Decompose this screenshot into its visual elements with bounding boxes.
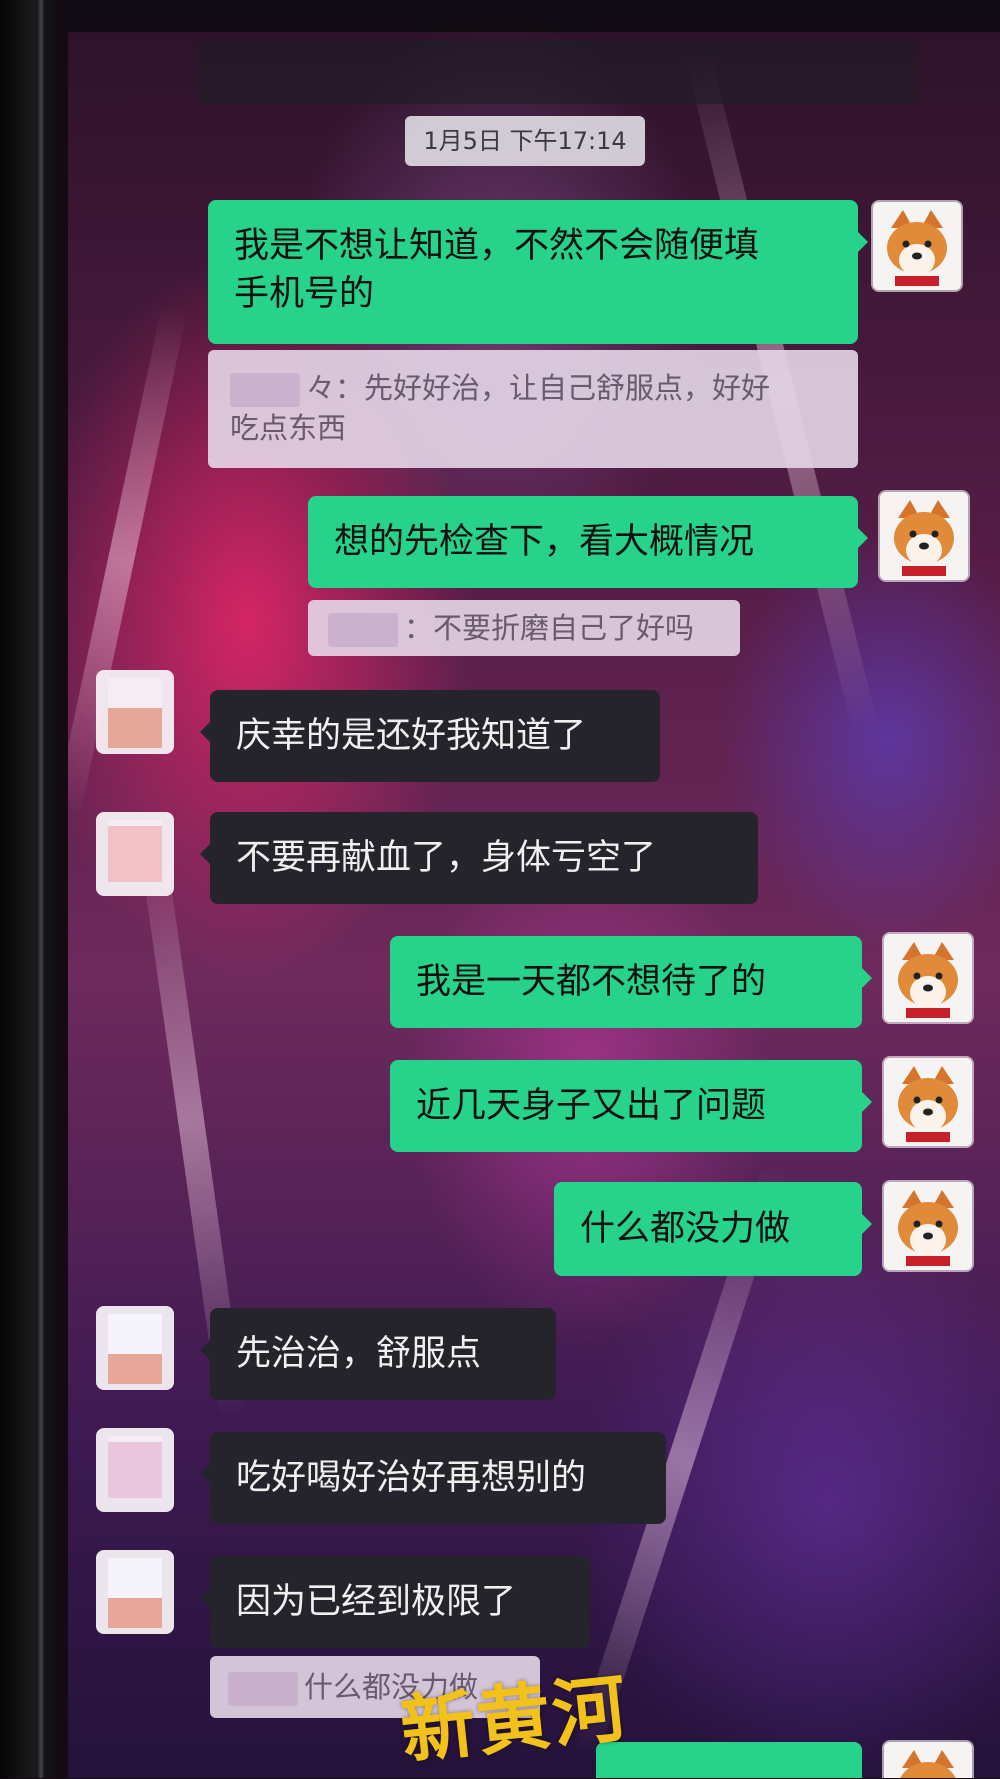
message-text: 因为已经到极限了 [236,1582,517,1622]
message-bubble-sent[interactable]: 什么都没力做 [554,1182,872,1276]
message-bubble-sent[interactable]: 想的先检查下，看大概情况 [308,496,868,588]
avatar-shiba-icon[interactable] [880,492,968,580]
blurred-name [230,373,300,407]
bubble-tail [188,720,212,744]
avatar-shiba-icon[interactable] [873,202,961,290]
message-bubble-sent[interactable]: 我是一天都不想待了的 [390,936,872,1028]
message-bubble-sent-partial[interactable] [596,1742,862,1778]
shiba-dog-icon [884,1742,972,1778]
message-bubble-received[interactable]: 因为已经到极限了 [200,1556,590,1648]
quoted-message[interactable]: ：不要折磨自己了好吗 [308,600,740,656]
message-text: 吃好喝好治好再想别的 [236,1458,587,1498]
avatar-pixel [108,678,162,708]
shiba-dog-icon [880,492,968,580]
avatar-pixel [108,1314,162,1354]
avatar-blurred[interactable] [96,1550,174,1634]
chat-title-bar-blurred [198,40,918,104]
message-bubble-received[interactable]: 先治治，舒服点 [200,1308,556,1400]
bubble-tail [188,1462,212,1486]
avatar-pixel [108,1442,162,1498]
blurred-name [228,1672,298,1706]
message-text: 什么都没力做 [580,1209,791,1249]
message-text: 我是一天都不想待了的 [416,962,767,1002]
bubble-tail [860,1090,884,1114]
message-text: 先治治，舒服点 [236,1334,482,1374]
avatar-shiba-icon[interactable] [884,934,972,1022]
avatar-pixel [108,1558,162,1598]
shiba-dog-icon [873,202,961,290]
bubble-tail [188,1586,212,1610]
message-text: 近几天身子又出了问题 [416,1086,767,1126]
bubble-tail [188,1338,212,1362]
message-bubble-received[interactable]: 庆幸的是还好我知道了 [200,690,660,782]
avatar-blurred[interactable] [96,1428,174,1512]
message-bubble-sent[interactable]: 近几天身子又出了问题 [390,1060,872,1152]
message-bubble-received[interactable]: 吃好喝好治好再想别的 [200,1432,666,1524]
shiba-dog-icon [884,934,972,1022]
message-bubble-received[interactable]: 不要再献血了，身体亏空了 [200,812,758,904]
avatar-shiba-icon[interactable] [884,1182,972,1270]
message-text: 想的先检查下，看大概情况 [334,522,755,562]
bubble-tail [860,1212,884,1236]
avatar-pixel [108,1598,162,1628]
avatar-shiba-icon[interactable] [884,1742,972,1778]
status-bar [68,0,1000,32]
message-text-line: 我是不想让知道，不然不会随便填 [234,226,760,266]
phone-frame-edge [0,0,60,1778]
message-text: 不要再献血了，身体亏空了 [236,838,657,878]
avatar-pixel [108,708,162,748]
quote-text: 々：先好好治，让自己舒服点，好好 [306,371,771,405]
avatar-pixel [108,1354,162,1384]
avatar-blurred[interactable] [96,670,174,754]
avatar-blurred[interactable] [96,1306,174,1390]
avatar-shiba-icon[interactable] [884,1058,972,1146]
quote-line-1: 々：先好好治，让自己舒服点，好好 [230,368,836,408]
quoted-message[interactable]: 々：先好好治，让自己舒服点，好好 吃点东西 [208,350,858,468]
avatar-pixel [108,826,162,882]
bubble-tail [856,526,880,550]
bubble-tail [860,966,884,990]
message-text-line: 手机号的 [234,274,375,314]
chat-screen[interactable]: 1月5日 下午17:14 我是不想让知道，不然不会随便填 手机号的 々：先好好治… [68,0,1000,1778]
quote-text: ：不要折磨自己了好吗 [404,611,695,645]
shiba-dog-icon [884,1058,972,1146]
message-text: 庆幸的是还好我知道了 [236,716,587,756]
phone-frame-highlight [38,0,44,1778]
message-timestamp: 1月5日 下午17:14 [405,116,645,166]
shiba-dog-icon [884,1182,972,1270]
avatar-blurred[interactable] [96,812,174,896]
quote-text: 吃点东西 [230,411,347,445]
message-bubble-sent[interactable]: 我是不想让知道，不然不会随便填 手机号的 [208,200,868,344]
blurred-name [328,613,398,647]
bubble-tail [188,842,212,866]
